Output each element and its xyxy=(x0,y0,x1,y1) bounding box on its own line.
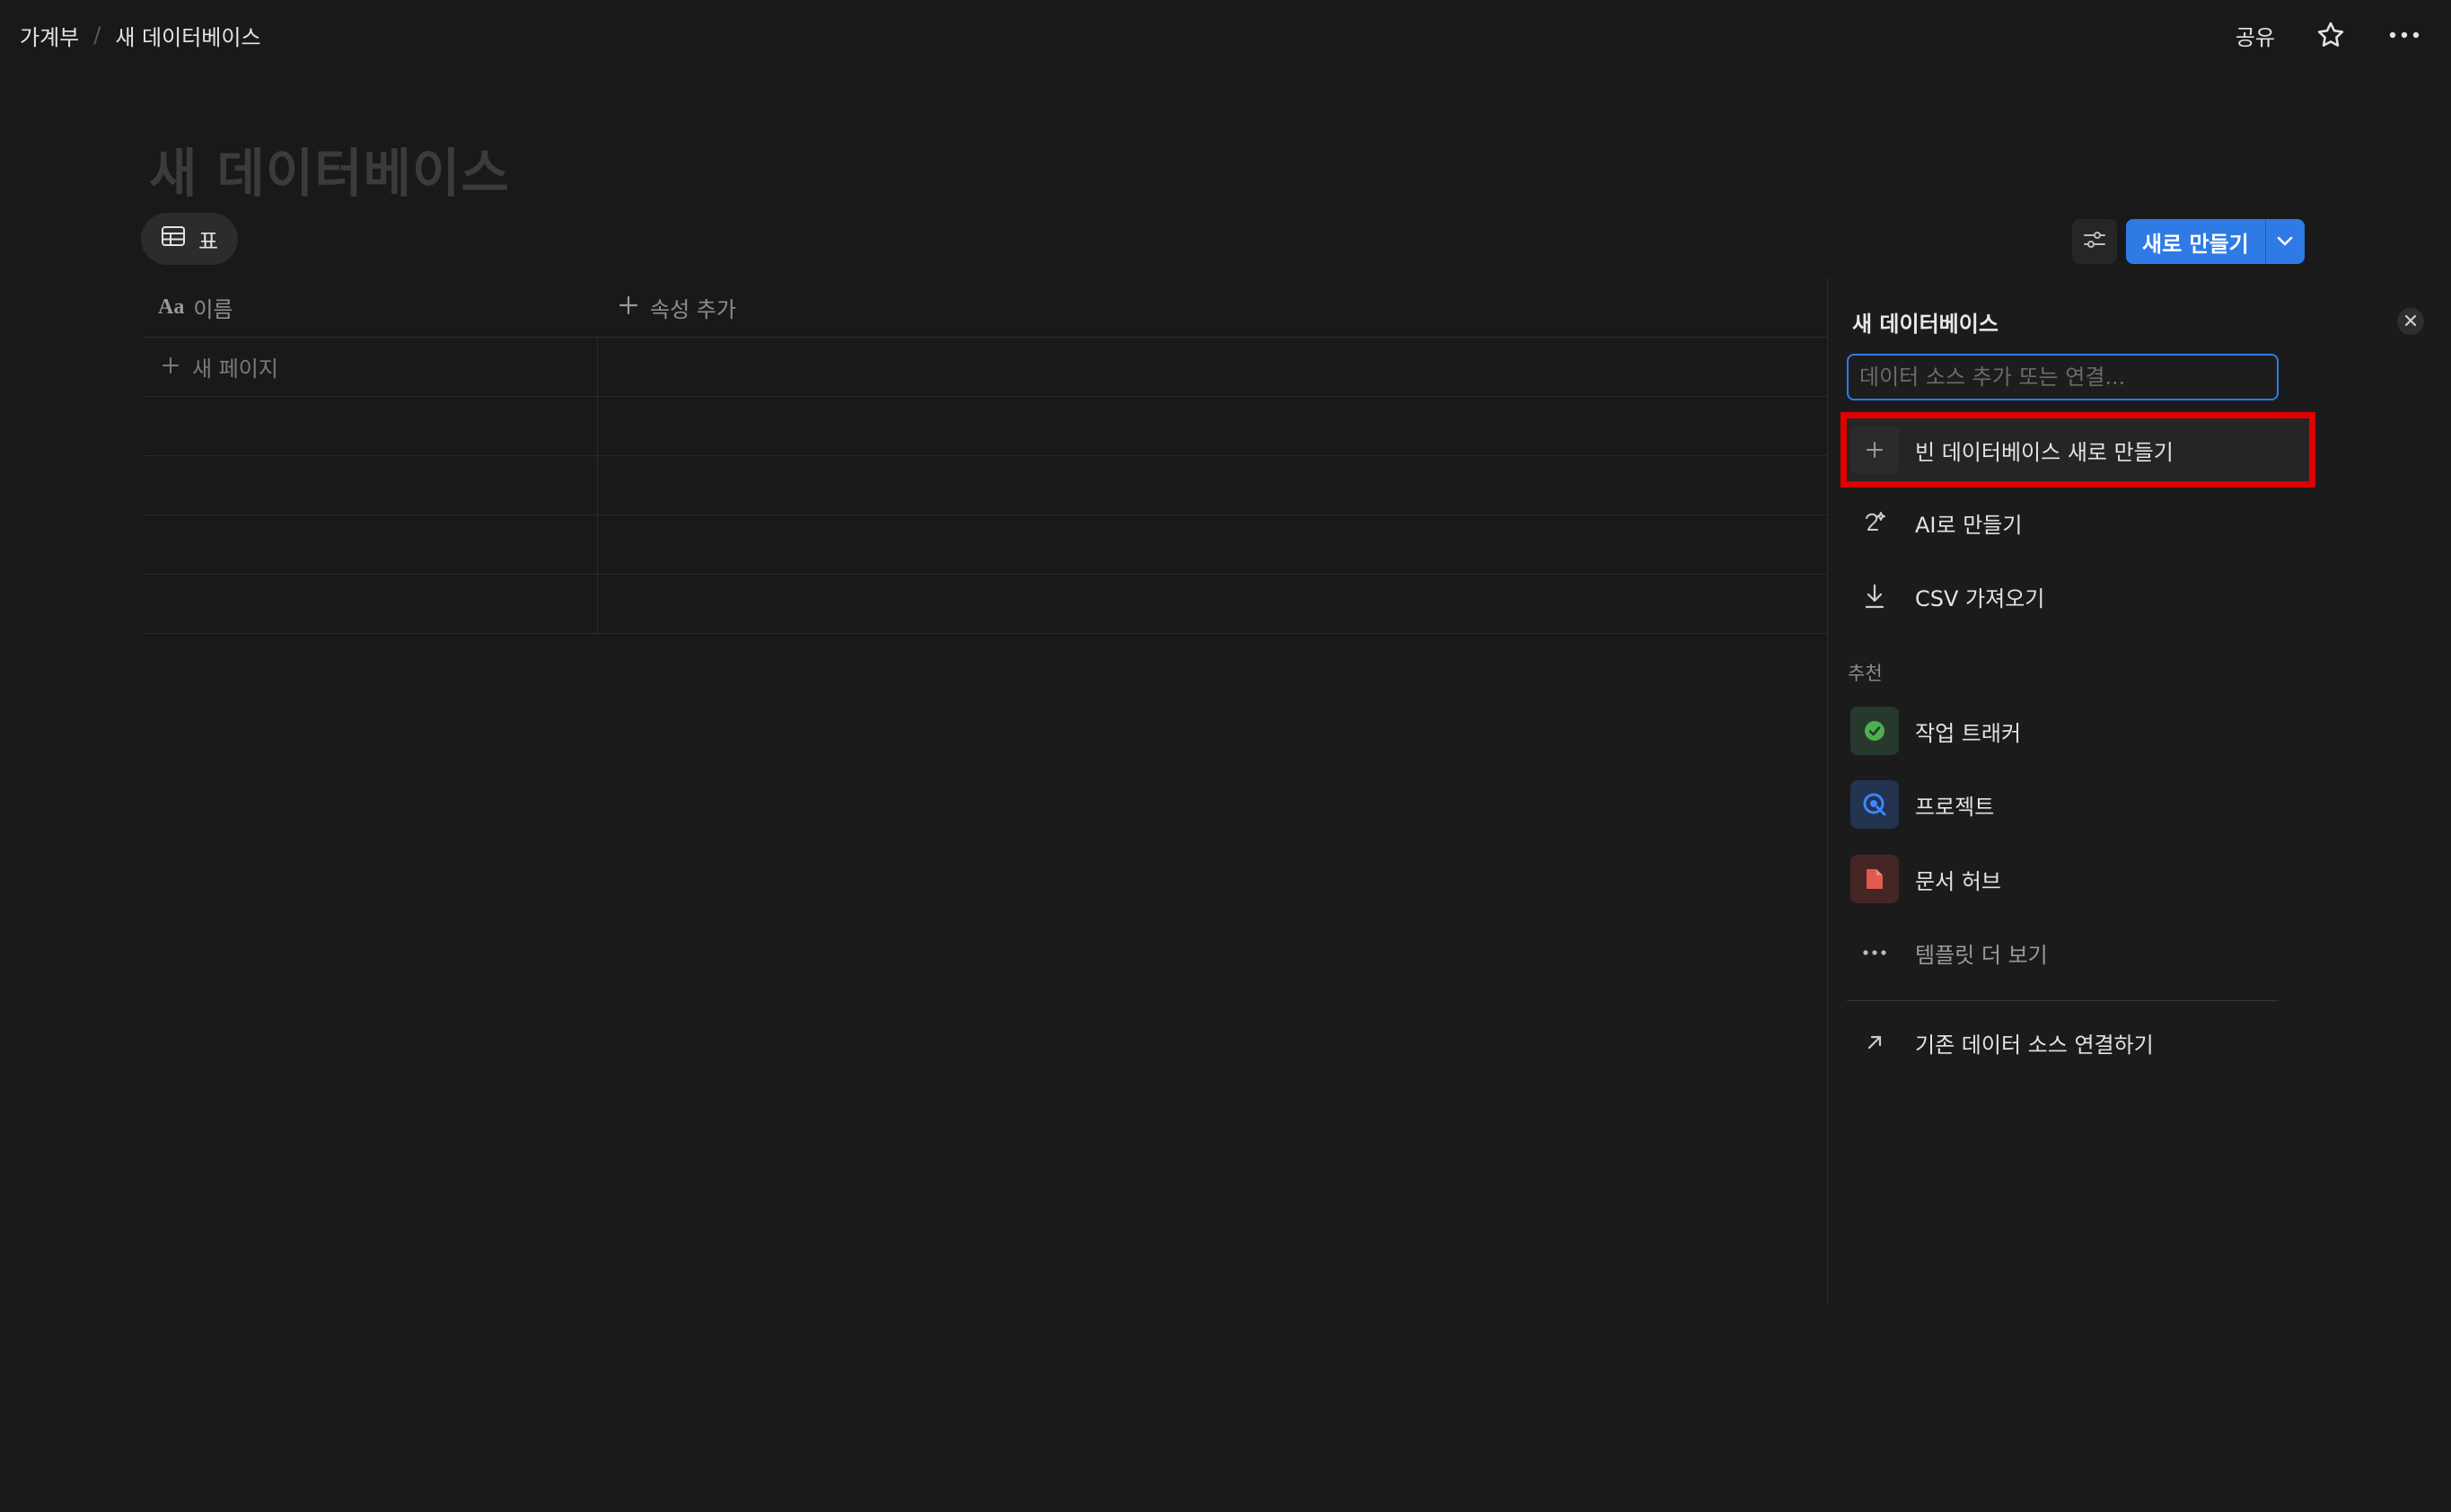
topbar: 가계부 / 새 데이터베이스 공유 xyxy=(0,0,2451,70)
page: 가계부 / 새 데이터베이스 공유 새 데이터베이스 표 새로 만들기 Aa 이… xyxy=(0,0,2451,1512)
download-icon xyxy=(1850,572,1899,620)
top-actions: 공유 xyxy=(2236,17,2431,53)
data-source-search-input[interactable] xyxy=(1847,354,2279,400)
more-templates-label: 템플릿 더 보기 xyxy=(1915,942,2048,968)
sliders-icon xyxy=(2083,230,2106,253)
suggested-section-label: 추천 xyxy=(1848,663,1883,684)
check-circle-icon xyxy=(1850,707,1899,755)
create-empty-database-item[interactable]: 빈 데이터베이스 새로 만들기 xyxy=(1840,412,2315,488)
table-cell xyxy=(598,515,1827,574)
menu-item-label: 빈 데이터베이스 새로 만들기 xyxy=(1915,439,2174,465)
link-existing-source-item[interactable]: 기존 데이터 소스 연결하기 xyxy=(1847,1011,2309,1074)
table-cell xyxy=(598,397,1827,455)
close-icon xyxy=(2404,313,2417,330)
view-settings-button[interactable] xyxy=(2072,219,2117,264)
plus-icon xyxy=(618,294,639,321)
table-row xyxy=(144,575,1827,634)
column-header-name[interactable]: Aa 이름 xyxy=(144,292,598,323)
breadcrumb: 가계부 / 새 데이터베이스 xyxy=(20,20,261,51)
new-page-button[interactable]: 새 페이지 xyxy=(144,338,598,396)
page-bottom-area xyxy=(0,1304,2451,1512)
template-label: 프로젝트 xyxy=(1915,794,1995,820)
table-cell xyxy=(598,456,1827,514)
panel-divider xyxy=(1847,1000,2279,1001)
table-row: 새 페이지 xyxy=(144,338,1827,397)
menu-item-label: 기존 데이터 소스 연결하기 xyxy=(1915,1032,2154,1058)
more-templates-item[interactable]: 템플릿 더 보기 xyxy=(1847,921,2309,984)
more-icon xyxy=(1850,928,1899,977)
breadcrumb-parent[interactable]: 가계부 xyxy=(20,20,79,51)
new-dropdown-button[interactable] xyxy=(2264,219,2305,264)
ai-icon xyxy=(1850,498,1899,547)
table-cell xyxy=(598,338,1827,396)
plus-icon xyxy=(162,355,180,380)
close-panel-button[interactable] xyxy=(2397,308,2424,335)
target-icon xyxy=(1850,780,1899,829)
table-header: Aa 이름 속성 추가 xyxy=(144,278,1827,338)
table-cell xyxy=(598,575,1827,633)
panel-title: 새 데이터베이스 xyxy=(1852,311,1999,337)
database-table: Aa 이름 속성 추가 새 페이지 xyxy=(144,278,1827,634)
star-icon[interactable] xyxy=(2313,17,2349,53)
template-docs-hub[interactable]: 문서 허브 xyxy=(1847,848,2309,910)
add-property-button[interactable]: 속성 추가 xyxy=(598,292,736,323)
plus-icon xyxy=(1850,426,1899,474)
new-button-group: 새로 만들기 xyxy=(2126,219,2305,264)
table-row xyxy=(144,515,1827,575)
template-label: 문서 허브 xyxy=(1915,868,2001,894)
table-cell xyxy=(144,456,598,514)
panel-header: 새 데이터베이스 xyxy=(1852,296,2424,347)
table-cell xyxy=(144,575,598,633)
table-row xyxy=(144,456,1827,515)
tab-table-view[interactable]: 표 xyxy=(141,213,239,265)
share-button[interactable]: 공유 xyxy=(2236,20,2275,51)
menu-item-label: CSV 가져오기 xyxy=(1915,585,2045,611)
new-page-label: 새 페이지 xyxy=(192,356,278,382)
table-cell xyxy=(144,515,598,574)
document-icon xyxy=(1850,855,1899,903)
arrow-up-right-icon xyxy=(1850,1018,1899,1067)
tab-label: 표 xyxy=(198,228,219,254)
breadcrumb-separator: / xyxy=(93,22,101,48)
breadcrumb-current[interactable]: 새 데이터베이스 xyxy=(115,20,260,51)
column-label: 이름 xyxy=(193,297,233,322)
new-database-panel: 새 데이터베이스 빈 데이터베이스 새로 만들기 xyxy=(1827,278,2451,1304)
template-project[interactable]: 프로젝트 xyxy=(1847,773,2309,836)
table-cell xyxy=(144,397,598,455)
menu-item-label: AI로 만들기 xyxy=(1915,512,2023,538)
chevron-down-icon xyxy=(2276,233,2294,251)
table-row xyxy=(144,397,1827,456)
add-property-label: 속성 추가 xyxy=(650,297,736,322)
text-property-icon: Aa xyxy=(158,295,185,319)
template-task-tracker[interactable]: 작업 트래커 xyxy=(1847,699,2309,762)
page-title[interactable]: 새 데이터베이스 xyxy=(149,131,510,207)
import-csv-item[interactable]: CSV 가져오기 xyxy=(1847,565,2309,628)
template-label: 작업 트래커 xyxy=(1915,720,2022,746)
table-icon xyxy=(161,225,186,252)
create-with-ai-item[interactable]: AI로 만들기 xyxy=(1847,491,2309,554)
more-icon[interactable] xyxy=(2386,17,2422,53)
new-button[interactable]: 새로 만들기 xyxy=(2126,219,2265,264)
